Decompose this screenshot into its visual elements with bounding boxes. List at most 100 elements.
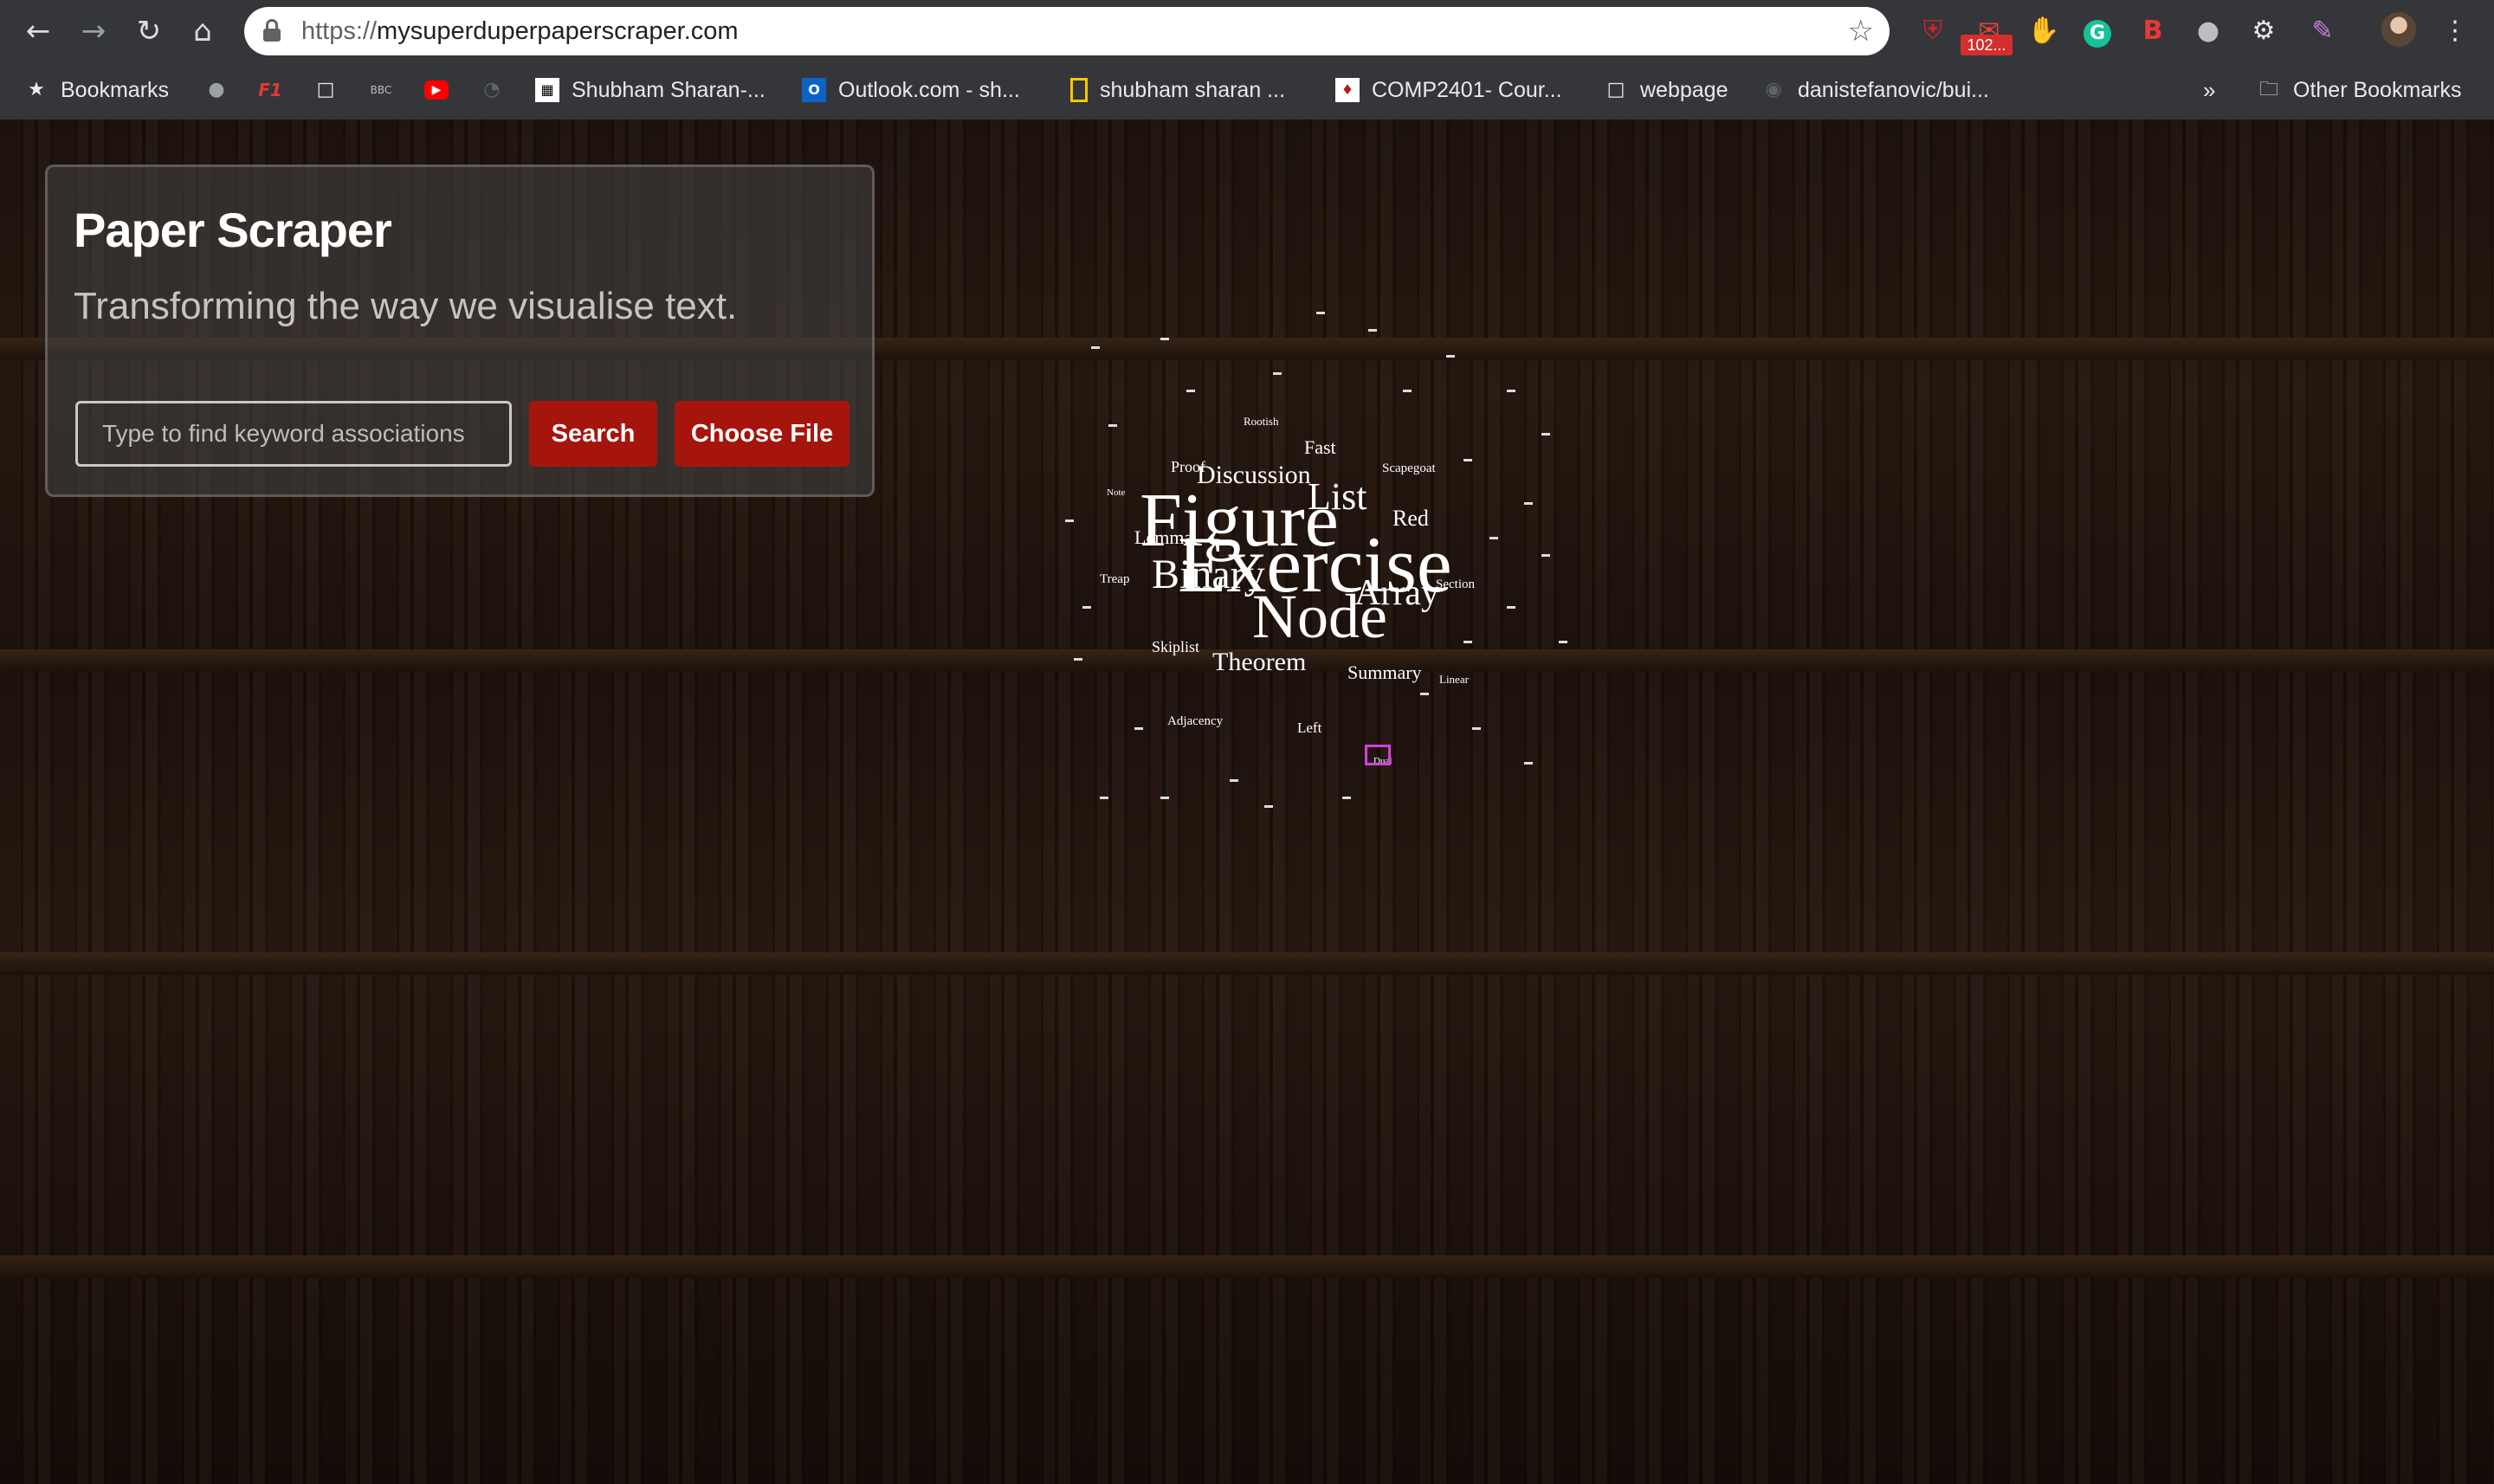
hand-icon[interactable]: ✋ — [2026, 12, 2061, 50]
cloud-mark — [1160, 797, 1169, 799]
cloud-mark — [1420, 693, 1429, 695]
cloud-mark — [1134, 727, 1143, 730]
cloud-mark — [1541, 433, 1550, 436]
cloud-mark — [1230, 779, 1238, 782]
bookmark-shubham-sharan[interactable]: ▦ Shubham Sharan-... — [535, 71, 766, 109]
profile-avatar[interactable] — [2380, 12, 2418, 50]
bookmark-shubham-folder[interactable]: shubham sharan ... — [1070, 71, 1285, 109]
cloud-mark — [1559, 641, 1567, 643]
cloud-mark — [1463, 641, 1472, 643]
cloud-word: Summary — [1347, 661, 1422, 683]
bookmark-page[interactable]: □ — [313, 71, 338, 109]
bookmark-label: COMP2401- Cour... — [1372, 78, 1562, 102]
bookmark-comp2401[interactable]: ♦ COMP2401- Cour... — [1335, 71, 1562, 109]
search-button[interactable]: Search — [529, 401, 657, 467]
bookmark-label: Outlook.com - sh... — [838, 78, 1020, 102]
cloud-mark — [1403, 390, 1412, 392]
cloud-mark — [1524, 762, 1533, 765]
cloud-word: Skiplist — [1152, 638, 1200, 655]
cloud-word: Treap — [1100, 572, 1130, 586]
cloud-mark — [1065, 519, 1074, 522]
cloud-word: Note — [1107, 487, 1126, 498]
bookmark-f1[interactable]: F1 — [258, 71, 282, 109]
cloud-mark — [1463, 459, 1472, 461]
search-input[interactable] — [75, 401, 512, 467]
home-icon[interactable]: ⌂ — [185, 14, 220, 48]
bookmark-bookmarks[interactable]: ★ Bookmarks — [24, 71, 169, 109]
cloud-word: Scapegoat — [1382, 461, 1436, 475]
menu-icon[interactable]: ⋮ — [2442, 12, 2468, 50]
cloud-word: Theorem — [1212, 648, 1307, 676]
page-icon: □ — [1606, 79, 1625, 100]
cloud-mark — [1446, 355, 1455, 358]
browser-toolbar: ← → ↻ ⌂ https://mysuperduperpaperscraper… — [0, 0, 2494, 62]
cloud-mark — [1507, 390, 1515, 392]
cloud-word: Array — [1354, 573, 1439, 613]
cloud-mark — [1524, 502, 1533, 505]
back-icon[interactable]: ← — [21, 14, 55, 48]
url-scheme: https:// — [301, 17, 378, 45]
cloud-word: Proof — [1171, 458, 1205, 475]
pen-icon[interactable]: ✎ — [2305, 12, 2340, 50]
bookmark-star-icon[interactable]: ☆ — [1848, 14, 1874, 48]
cloud-mark — [1489, 537, 1498, 539]
forward-icon[interactable]: → — [76, 14, 111, 48]
bitdefender-icon[interactable]: B — [2135, 12, 2170, 50]
ublock-icon[interactable]: ⛨ — [1916, 12, 1950, 50]
grammarly-icon[interactable]: G — [2080, 12, 2115, 50]
folder-icon: 🗀 — [2258, 79, 2278, 100]
bookmark-apple[interactable]: ● — [204, 71, 229, 109]
gmail-badge: 102... — [1961, 35, 2013, 55]
bookmarks-bar: ★ Bookmarks ● F1 □ BBC ▶ ◔ ▦ Shubham Shara… — [0, 62, 2494, 119]
cloud-mark — [1541, 554, 1550, 557]
other-bookmarks[interactable]: 🗀 Other Bookmarks — [2257, 71, 2462, 109]
bookmark-outlook[interactable]: O Outlook.com - sh... — [802, 71, 1020, 109]
bookmarks-overflow[interactable]: » — [2203, 71, 2215, 109]
cloud-word: Fast — [1304, 436, 1336, 458]
star-icon: ★ — [28, 79, 45, 100]
page-subtitle: Transforming the way we visualise text. — [74, 285, 738, 327]
cloud-mark — [1316, 312, 1325, 314]
bulb-icon[interactable]: ● — [2191, 12, 2226, 50]
cloud-mark — [1160, 338, 1169, 340]
cloud-mark — [1368, 329, 1377, 332]
choose-file-button[interactable]: Choose File — [675, 401, 850, 467]
cloud-mark — [1472, 727, 1481, 730]
cloud-mark — [1091, 346, 1100, 349]
apple-icon: ● — [208, 79, 225, 100]
bookmark-bbc[interactable]: BBC — [369, 71, 393, 109]
address-bar[interactable]: https://mysuperduperpaperscraper.com ☆ — [244, 7, 1890, 55]
crest-icon: ♦ — [1335, 78, 1360, 102]
cloud-word: Lemma — [1134, 526, 1193, 548]
grid-icon: ▦ — [535, 78, 559, 102]
cloud-mark — [1108, 424, 1117, 427]
bookmark-label: Shubham Sharan-... — [572, 78, 766, 102]
bbc-icon: BBC — [370, 84, 392, 96]
bookmark-youtube[interactable]: ▶ — [424, 71, 449, 109]
extension-icon[interactable]: ⚙ — [2246, 12, 2281, 50]
browser-chrome: ← → ↻ ⌂ https://mysuperduperpaperscraper… — [0, 0, 2494, 119]
cloud-mark — [1186, 390, 1195, 392]
cloud-word: Discussion — [1197, 461, 1311, 489]
bookmark-speed[interactable]: ◔ — [480, 71, 504, 109]
folder-yellow-icon — [1070, 78, 1088, 102]
word-cloud: Figure Exercise Node Binary List Array D… — [1056, 242, 1576, 808]
url-text[interactable]: https://mysuperduperpaperscraper.com — [301, 16, 739, 47]
bookmark-github[interactable]: ◉ danistefanovic/bui... — [1761, 71, 1989, 109]
url-host: mysuperduperpaperscraper.com — [377, 17, 739, 45]
youtube-icon: ▶ — [424, 81, 449, 100]
cloud-mark — [1100, 797, 1108, 799]
reload-icon[interactable]: ↻ — [132, 14, 166, 48]
cloud-mark — [1264, 805, 1273, 808]
cloud-mark — [1074, 658, 1082, 661]
hero-panel: Paper Scraper Transforming the way we vi… — [45, 165, 875, 497]
cloud-word: Red — [1392, 506, 1429, 531]
bookmark-label: shubham sharan ... — [1100, 78, 1286, 102]
page-icon: □ — [316, 79, 335, 100]
cloud-word: Adjacency — [1167, 714, 1224, 728]
cloud-word: Linear — [1439, 673, 1469, 686]
bookmark-webpage[interactable]: □ webpage — [1604, 71, 1728, 109]
cloud-mark — [1342, 797, 1351, 799]
speedometer-icon: ◔ — [483, 79, 501, 100]
bookmark-label: Bookmarks — [61, 78, 170, 102]
